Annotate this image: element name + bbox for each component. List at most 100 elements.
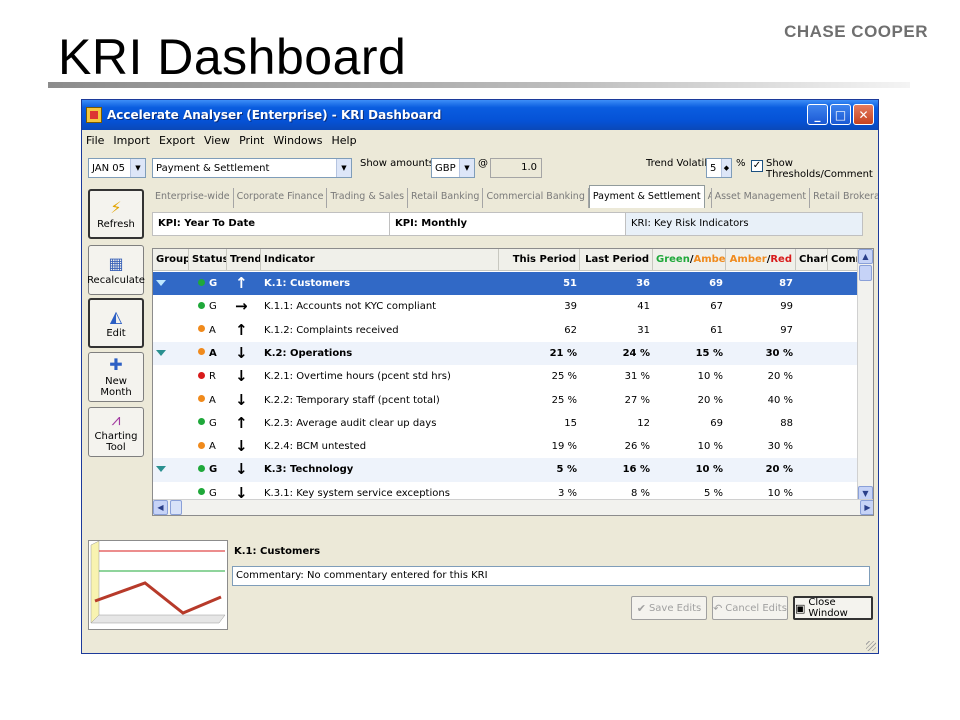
table-row[interactable]: R ↓ K.2.1: Overtime hours (pcent std hrs) 2… bbox=[153, 365, 857, 388]
menu-export[interactable]: Export bbox=[159, 134, 195, 147]
indicator-cell: K.1.1: Accounts not KYC compliant bbox=[264, 301, 437, 313]
scroll-thumb[interactable] bbox=[859, 265, 872, 281]
amber-label: Amber bbox=[693, 254, 726, 265]
status-dot-icon bbox=[198, 278, 205, 286]
col-status[interactable]: Status bbox=[189, 249, 227, 271]
group-cell[interactable] bbox=[153, 458, 189, 481]
group-cell[interactable] bbox=[153, 342, 189, 365]
vertical-scrollbar[interactable]: ▲ ▼ bbox=[857, 249, 873, 501]
tab-retail-brokerage[interactable]: Retail Brokerage bbox=[810, 188, 878, 208]
calculator-icon: ▦ bbox=[108, 253, 124, 273]
group-cell[interactable] bbox=[153, 272, 189, 295]
last-period-cell: 31 % bbox=[624, 371, 650, 383]
recalculate-button[interactable]: ▦ Recalculate bbox=[87, 245, 145, 295]
show-thresholds-checkbox[interactable]: ✓ bbox=[751, 160, 763, 172]
status-text: R bbox=[209, 371, 216, 383]
status-dot-icon bbox=[198, 325, 205, 333]
status-text: G bbox=[209, 417, 217, 429]
kpi-ytd-header[interactable]: KPI: Year To Date bbox=[153, 213, 390, 235]
expand-icon[interactable] bbox=[156, 466, 166, 473]
table-row[interactable]: A ↓ K.2.2: Temporary staff (pcent total) 25… bbox=[153, 389, 857, 412]
period-select[interactable]: JAN 05 ▼ bbox=[88, 158, 146, 178]
green-amber-cell: 67 bbox=[710, 301, 723, 313]
charting-tool-button[interactable]: ⩘ Charting Tool bbox=[88, 407, 144, 457]
expand-icon[interactable] bbox=[156, 349, 166, 356]
chevron-down-icon: ▼ bbox=[459, 159, 474, 177]
tab-asset-management[interactable]: Asset Management bbox=[712, 188, 811, 208]
this-period-cell: 25 % bbox=[551, 394, 577, 406]
close-window-button[interactable]: ▣ Close Window bbox=[793, 596, 873, 620]
col-amber-red[interactable]: Amber/Red bbox=[726, 249, 796, 271]
menu-view[interactable]: View bbox=[204, 134, 230, 147]
col-chart[interactable]: Chart bbox=[796, 249, 828, 271]
menu-bar: File Import Export View Print Windows He… bbox=[82, 130, 878, 150]
this-period-cell: 5 % bbox=[556, 464, 577, 476]
tab-retail-banking[interactable]: Retail Banking bbox=[408, 188, 484, 208]
expand-icon[interactable] bbox=[156, 280, 166, 286]
col-group[interactable]: Group bbox=[153, 249, 189, 271]
trend-arrow-icon: ↓ bbox=[235, 367, 248, 386]
scroll-up-icon[interactable]: ▲ bbox=[858, 249, 873, 264]
tab-corporate-finance[interactable]: Corporate Finance bbox=[234, 188, 328, 208]
table-row[interactable]: A ↓ K.2.4: BCM untested 19 % 26 % 10 % 30 % bbox=[153, 435, 857, 458]
col-indicator[interactable]: Indicator bbox=[261, 249, 499, 271]
hscroll-thumb[interactable] bbox=[170, 500, 182, 515]
last-period-cell: 26 % bbox=[624, 441, 650, 453]
group-row[interactable]: G ↓ K.3: Technology 5 % 16 % 10 % 20 % bbox=[153, 458, 857, 482]
kri-header[interactable]: KRI: Key Risk Indicators bbox=[626, 213, 862, 235]
edit-button[interactable]: ◭ Edit bbox=[88, 298, 144, 348]
rate-field[interactable]: 1.0 bbox=[490, 158, 542, 178]
kpi-monthly-header[interactable]: KPI: Monthly bbox=[390, 213, 626, 235]
tab-agency-services[interactable]: Agency Services & Custody bbox=[705, 188, 712, 208]
save-edits-label: Save Edits bbox=[648, 602, 702, 614]
menu-print[interactable]: Print bbox=[239, 134, 264, 147]
status-cell: G bbox=[189, 412, 227, 435]
amber-red-cell: 97 bbox=[780, 324, 793, 336]
table-row[interactable]: G → K.1.1: Accounts not KYC compliant 39 41 6… bbox=[153, 295, 857, 318]
minimize-button[interactable]: _ bbox=[807, 104, 828, 125]
commentary-field[interactable]: Commentary: No commentary entered for th… bbox=[232, 566, 870, 586]
business-unit-select[interactable]: Payment & Settlement ▼ bbox=[152, 158, 352, 178]
trend-volatility-stepper[interactable]: 5 ◆ bbox=[706, 158, 732, 178]
amber-label: Amber bbox=[729, 254, 767, 265]
scroll-right-icon[interactable]: ▶ bbox=[860, 500, 873, 515]
indicator-cell: K.2.1: Overtime hours (pcent std hrs) bbox=[264, 371, 451, 383]
chart-wall bbox=[90, 540, 100, 624]
resize-grip[interactable] bbox=[866, 641, 876, 651]
tab-enterprise-wide[interactable]: Enterprise-wide bbox=[152, 188, 234, 208]
cancel-edits-button[interactable]: ↶ Cancel Edits bbox=[712, 596, 788, 620]
table-row[interactable]: G ↑ K.2.3: Average audit clear up days 15 12… bbox=[153, 412, 857, 435]
close-button[interactable]: ✕ bbox=[853, 104, 874, 125]
status-dot-icon bbox=[198, 348, 205, 356]
save-edits-button[interactable]: ✔ Save Edits bbox=[631, 596, 707, 620]
close-window-label: Close Window bbox=[808, 597, 848, 619]
group-row[interactable]: A ↓ K.2: Operations 21 % 24 % 15 % 30 % bbox=[153, 341, 857, 366]
col-last-period[interactable]: Last Period bbox=[580, 249, 653, 271]
new-month-button[interactable]: ✚ New Month bbox=[88, 352, 144, 402]
menu-import[interactable]: Import bbox=[113, 134, 150, 147]
menu-file[interactable]: File bbox=[86, 134, 104, 147]
col-trend[interactable]: Trend bbox=[227, 249, 261, 271]
group-row[interactable]: G ↑ K.1: Customers 51 36 69 87 bbox=[153, 272, 857, 296]
tab-trading-sales[interactable]: Trading & Sales bbox=[327, 188, 409, 208]
trend-arrow-icon: ↑ bbox=[235, 274, 248, 292]
checkmark-icon: ✔ bbox=[636, 601, 646, 615]
maximize-button[interactable]: □ bbox=[830, 104, 851, 125]
tab-payment-settlement[interactable]: Payment & Settlement bbox=[588, 185, 705, 208]
horizontal-scrollbar[interactable]: ◀ ▶ bbox=[153, 499, 873, 515]
col-comment[interactable]: Comm bbox=[828, 249, 857, 271]
col-green-amber[interactable]: Green/Amber bbox=[653, 249, 726, 271]
table-row[interactable]: A ↑ K.1.2: Complaints received 62 31 61 97 bbox=[153, 319, 857, 342]
refresh-button[interactable]: ⚡ Refresh bbox=[88, 189, 144, 239]
trend-volatility-value: 5 bbox=[710, 162, 717, 174]
amber-red-cell: 40 % bbox=[767, 394, 793, 406]
tab-commercial-banking[interactable]: Commercial Banking bbox=[483, 188, 589, 208]
scroll-left-icon[interactable]: ◀ bbox=[153, 500, 168, 515]
currency-select[interactable]: GBP ▼ bbox=[431, 158, 475, 178]
menu-help[interactable]: Help bbox=[331, 134, 356, 147]
window-titlebar[interactable]: Accelerate Analyser (Enterprise) - KRI D… bbox=[82, 100, 878, 130]
menu-windows[interactable]: Windows bbox=[273, 134, 322, 147]
col-this-period[interactable]: This Period bbox=[499, 249, 580, 271]
chevron-down-icon: ▼ bbox=[336, 159, 351, 177]
group-cell bbox=[153, 319, 189, 342]
